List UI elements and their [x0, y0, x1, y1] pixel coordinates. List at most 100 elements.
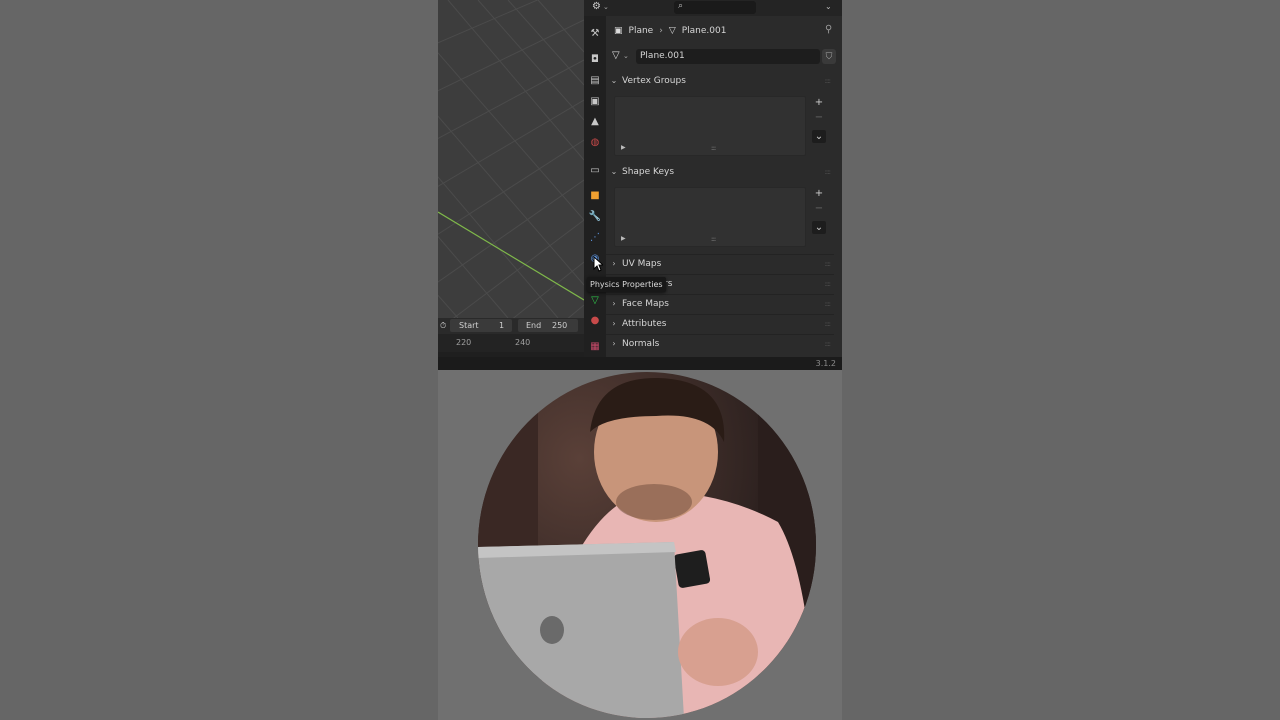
camera-icon: ◘: [591, 53, 599, 65]
particles-icon: ⋰: [590, 231, 600, 243]
panel-title: UV Maps: [622, 258, 662, 269]
wrench-icon: 🔧: [588, 210, 602, 222]
checker-icon: ▦: [590, 340, 600, 352]
properties-tabs: ⚒ ◘ ▤ ▣ ▲ ◍ ▭ ■ 🔧 ⋰ ◉ ▽ ● ▦: [584, 16, 606, 357]
presenter-image: [478, 372, 816, 718]
panel-uv-maps[interactable]: › UV Maps ::::: [606, 254, 834, 272]
editor-type-icon[interactable]: ⚙: [592, 1, 601, 12]
timeline-frames[interactable]: 220 240: [438, 334, 584, 352]
wrench-screwdriver-icon: ⚒: [590, 27, 600, 39]
tab-particles[interactable]: ⋰: [588, 230, 602, 244]
search-icon: ⌕: [678, 1, 684, 11]
fake-user-icon[interactable]: ⛉: [822, 49, 836, 64]
resize-handle-icon[interactable]: ::::: [711, 236, 716, 243]
chevron-right-icon: ›: [612, 259, 616, 268]
chevron-right-icon: ›: [612, 339, 616, 348]
panel-shape-keys[interactable]: ⌄ Shape Keys ::::: [606, 163, 834, 180]
mesh-icon: ▽: [668, 26, 676, 36]
add-vertex-group-button[interactable]: +: [812, 96, 826, 109]
panel-title: Normals: [622, 338, 660, 349]
square-icon: ■: [590, 189, 600, 201]
breadcrumb-object: Plane: [628, 26, 654, 36]
frame-tick: 240: [515, 338, 531, 347]
drag-handle-icon[interactable]: ::::: [825, 320, 832, 328]
x-axis-line: [438, 211, 584, 301]
tab-scene[interactable]: ▲: [588, 114, 602, 128]
tab-object[interactable]: ■: [588, 188, 602, 202]
tab-material[interactable]: ●: [588, 313, 602, 327]
chevron-down-icon: ⌄: [623, 52, 629, 60]
chevron-down-icon[interactable]: ⌄: [825, 2, 832, 11]
clock-icon[interactable]: ⏱: [440, 321, 446, 331]
drag-handle-icon[interactable]: ::::: [825, 168, 832, 176]
tab-collection[interactable]: ▭: [588, 163, 602, 177]
panel-normals[interactable]: › Normals ::::: [606, 334, 834, 352]
frame-tick: 220: [456, 338, 472, 347]
triangle-right-icon[interactable]: ▶: [621, 235, 626, 242]
tab-output[interactable]: ▤: [588, 73, 602, 87]
panel-title: Attributes: [622, 318, 667, 329]
vertex-group-menu-button[interactable]: ⌄: [812, 130, 826, 143]
panel-title: Vertex Groups: [622, 75, 686, 86]
drag-handle-icon[interactable]: ::::: [825, 300, 832, 308]
webcam-overlay: [478, 372, 816, 718]
vertex-groups-list[interactable]: ▶ ::::: [614, 96, 806, 156]
mesh-name-field[interactable]: Plane.001: [636, 49, 820, 64]
cone-sphere-icon: ▲: [591, 115, 599, 127]
properties-header: ⚙ ⌄ ⌕ ⌄: [584, 0, 842, 16]
tab-data[interactable]: ▽: [588, 293, 602, 307]
chevron-down-icon[interactable]: ⌄: [603, 3, 609, 11]
drag-handle-icon[interactable]: ::::: [825, 340, 832, 348]
drag-handle-icon[interactable]: ::::: [825, 280, 832, 288]
image-stack-icon: ▣: [590, 95, 600, 107]
tab-tool[interactable]: ⚒: [588, 26, 602, 40]
triangle-mesh-icon: ▽: [591, 294, 599, 306]
mouse-cursor-icon: [593, 256, 603, 272]
mesh-browse-icon[interactable]: ▽: [612, 50, 620, 61]
panel-title: Shape Keys: [622, 166, 675, 177]
end-value: 250: [552, 321, 568, 330]
add-shape-key-button[interactable]: +: [812, 187, 826, 200]
drag-handle-icon[interactable]: ::::: [825, 77, 832, 85]
printer-icon: ▤: [590, 74, 600, 86]
panel-attributes[interactable]: › Attributes ::::: [606, 314, 834, 332]
drag-handle-icon[interactable]: ::::: [825, 260, 832, 268]
mesh-datablock-row: ▽ ⌄ Plane.001 ⛉: [610, 49, 836, 64]
pin-icon[interactable]: ⚲: [825, 24, 832, 35]
breadcrumb: ▣ Plane › ▽ Plane.001: [614, 24, 726, 38]
sphere-icon: ●: [590, 314, 600, 326]
start-value: 1: [499, 321, 505, 330]
blender-window: ⏱ Start 1 End 250 220 240 ⚙ ⌄ ⌕ ⌄ ⚒ ◘ ▤ …: [438, 0, 842, 370]
box-icon: ▭: [590, 164, 600, 176]
shape-key-menu-button[interactable]: ⌄: [812, 221, 826, 234]
shape-keys-list[interactable]: ▶ ::::: [614, 187, 806, 247]
version-label: 3.1.2: [815, 359, 836, 368]
panel-title: Face Maps: [622, 298, 669, 309]
tab-world[interactable]: ◍: [588, 135, 602, 149]
resize-handle-icon[interactable]: ::::: [711, 145, 716, 152]
remove-vertex-group-button[interactable]: −: [812, 111, 826, 124]
triangle-right-icon[interactable]: ▶: [621, 144, 626, 151]
chevron-down-icon: ⌄: [610, 76, 618, 85]
chevron-right-icon: ›: [612, 319, 616, 328]
tab-render[interactable]: ◘: [588, 52, 602, 66]
remove-shape-key-button[interactable]: −: [812, 202, 826, 215]
properties-content: ▣ Plane › ▽ Plane.001 ⚲ ▽ ⌄ Plane.001 ⛉: [606, 16, 842, 357]
start-label: Start: [459, 321, 479, 330]
mesh-name: Plane.001: [640, 51, 685, 61]
properties-editor: ⚙ ⌄ ⌕ ⌄ ⚒ ◘ ▤ ▣ ▲ ◍ ▭ ■ 🔧 ⋰ ◉ ▽ ●: [584, 0, 842, 357]
tooltip: Physics Properties: [587, 277, 666, 292]
chevron-down-icon: ⌄: [610, 167, 618, 176]
object-icon: ▣: [614, 26, 623, 36]
search-input[interactable]: ⌕: [674, 1, 756, 14]
3d-viewport[interactable]: [438, 0, 584, 318]
tab-texture[interactable]: ▦: [588, 339, 602, 353]
panel-face-maps[interactable]: › Face Maps ::::: [606, 294, 834, 312]
chevron-right-icon: ›: [612, 299, 616, 308]
panel-vertex-groups[interactable]: ⌄ Vertex Groups ::::: [606, 72, 834, 89]
chevron-right-icon: ›: [659, 26, 663, 36]
tab-modifiers[interactable]: 🔧: [588, 209, 602, 223]
timeline-header: ⏱ Start 1 End 250: [438, 318, 584, 334]
viewport-grid: [438, 0, 584, 318]
tab-view-layer[interactable]: ▣: [588, 94, 602, 108]
